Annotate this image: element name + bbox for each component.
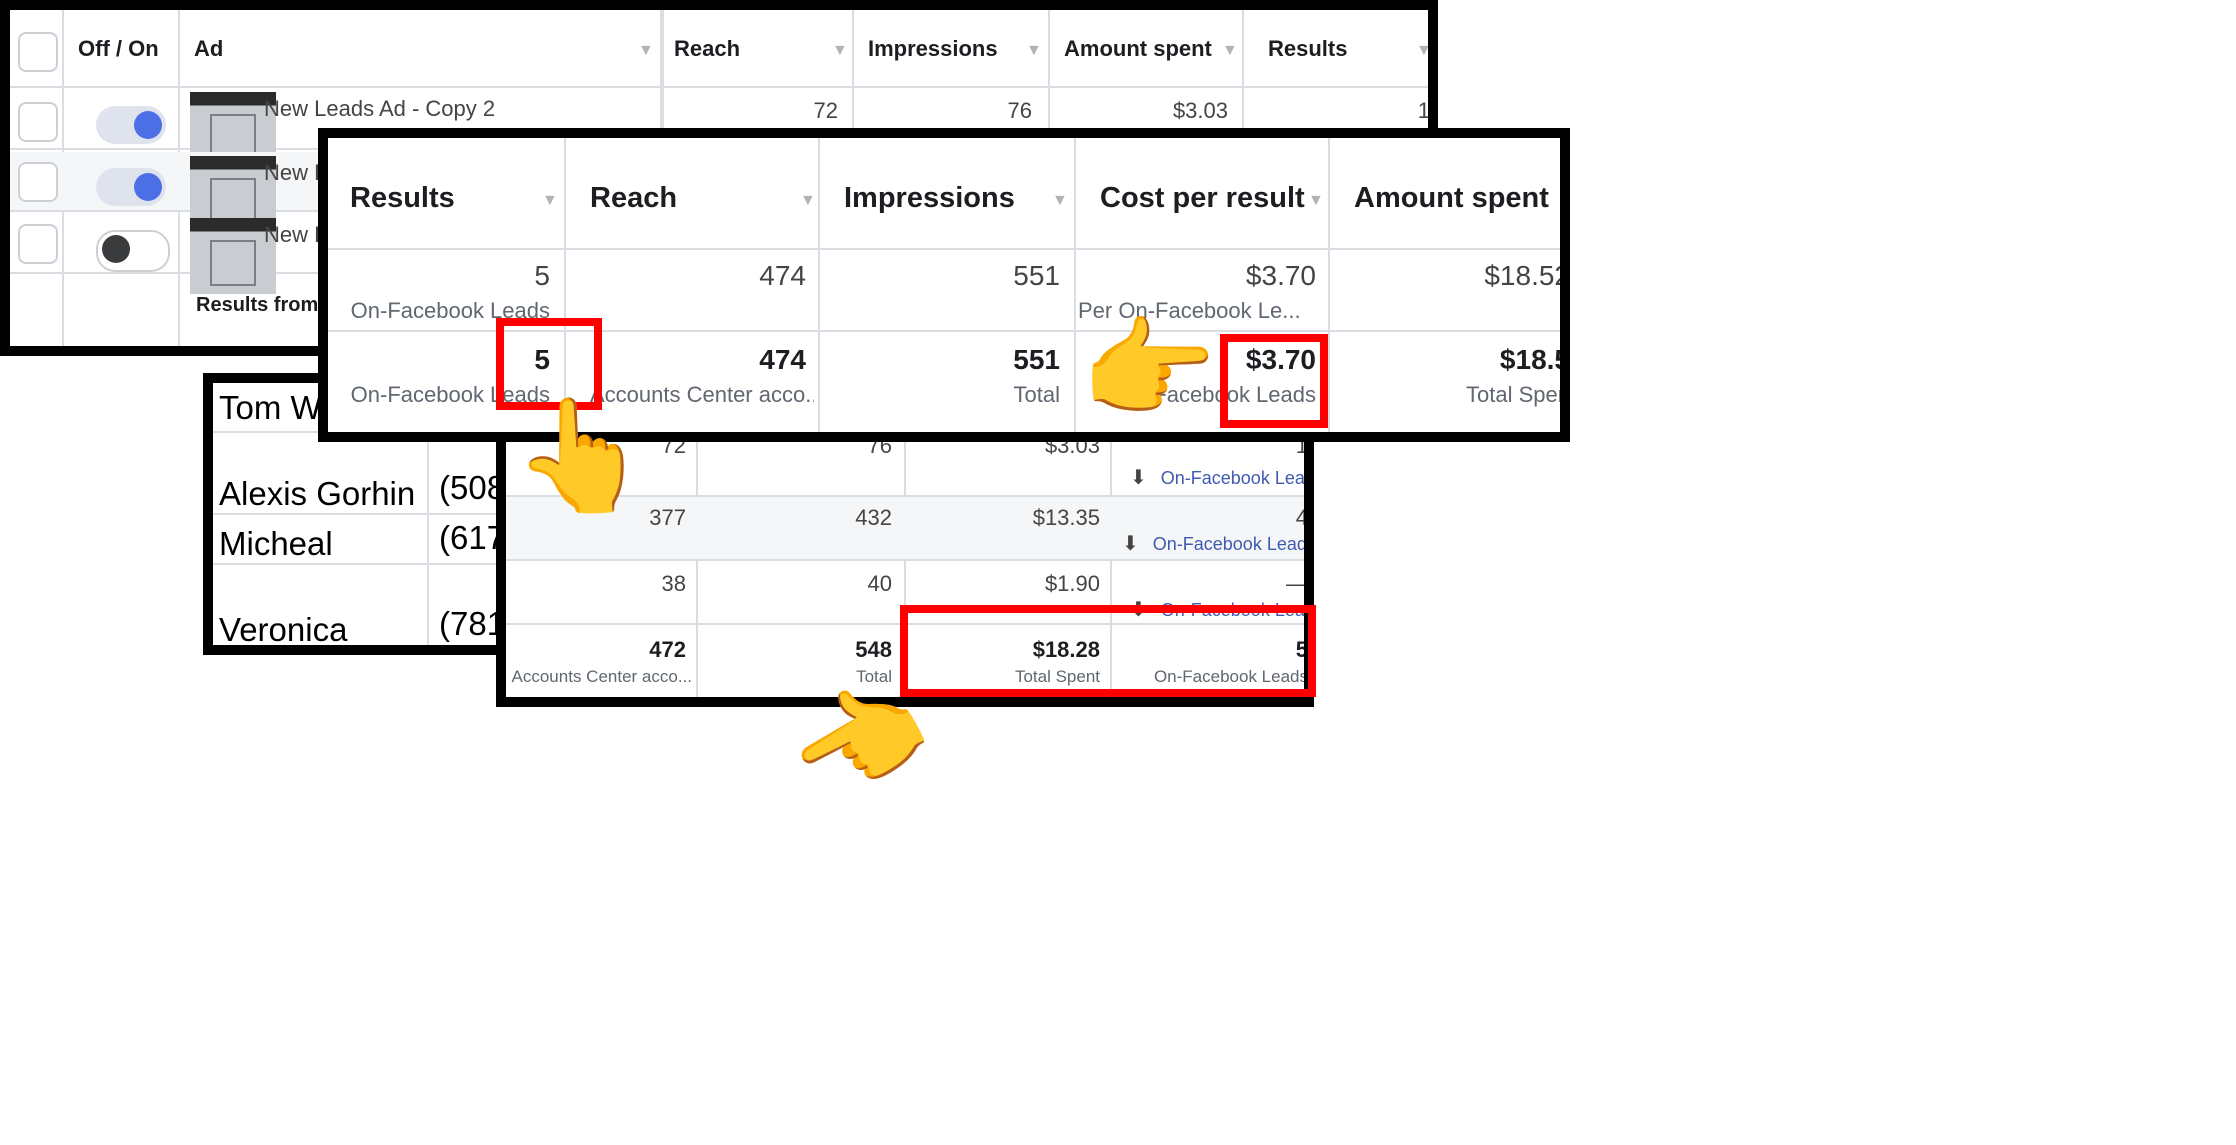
result-type-link[interactable]: ⬇ On-Facebook Leads [1122,531,1304,556]
divider [1074,138,1076,432]
ad-name[interactable]: New Leads Ad - Copy 2 [264,96,495,122]
highlight-cost-per-result [1220,334,1328,428]
toggle-knob [102,235,130,263]
ad-toggle[interactable] [96,230,170,272]
divider [213,563,523,565]
col-header-reach[interactable]: Reach [590,182,677,215]
reach-sort-icon[interactable]: ▼ [800,192,816,210]
divider [696,415,698,697]
reach-value: 474 [759,260,806,291]
pointing-up-hand-icon: 👆 [512,391,649,519]
divider [213,513,523,515]
cost-per-result-sort-icon[interactable]: ▼ [1308,192,1324,210]
contact-name: Micheal [219,525,333,562]
col-header-amount-spent[interactable]: Amount spent [1064,36,1212,62]
amount-spent-value: $3.03 [1172,98,1228,123]
col-header-cost-per-result[interactable]: Cost per result [1100,182,1305,215]
divider [328,248,1560,250]
col-header-toggle[interactable]: Off / On [78,36,159,62]
col-header-ad[interactable]: Ad [194,36,223,62]
impressions-sort-icon[interactable]: ▼ [1052,192,1068,210]
results-footer: Results from 3 [196,294,335,316]
impressions-value: 551 [1013,260,1060,291]
impressions-value: 40 [867,571,892,596]
total-impressions: 551 [1013,344,1060,375]
toggle-knob [134,111,162,139]
impressions-value: 76 [1007,98,1032,123]
ad-sort-icon[interactable]: ▼ [638,42,654,60]
impressions-value: 432 [855,505,892,530]
total-reach: 474 [759,344,806,375]
total-impressions: 548 [855,637,892,662]
reach-value: 38 [661,571,686,596]
col-header-results[interactable]: Results [1268,36,1347,62]
divider [818,138,820,432]
divider [506,559,1304,561]
impressions-sort-icon[interactable]: ▼ [1026,42,1042,60]
divider [1328,138,1330,432]
pointing-right-hand-icon: 👉 [1080,305,1217,433]
download-icon: ⬇ [1130,467,1147,489]
col-header-results[interactable]: Results [350,182,455,215]
total-amount-spent: $18.5 [1499,344,1570,375]
highlight-spent-and-results [900,605,1316,697]
reach-value: 72 [813,98,838,123]
reach-sort-icon[interactable]: ▼ [832,42,848,60]
contact-name: Veronica [219,611,348,648]
cost-per-result-value: $3.70 [1245,260,1316,291]
total-amount-caption: Total Spen [1466,382,1570,407]
result-type-link[interactable]: ⬇On-Facebook Lead [1130,465,1304,490]
total-impressions-caption: Total [1013,382,1060,407]
ad-toggle[interactable] [96,168,166,206]
col-header-reach[interactable]: Reach [674,36,740,62]
ad-toggle[interactable] [96,106,166,144]
results-value: 1 [1417,98,1430,123]
results-value: 4 [1295,505,1308,530]
results-value: 5 [534,260,550,291]
amount-spent-value: $1.90 [1044,571,1100,596]
results-value: — [1286,571,1308,596]
divider [427,431,429,645]
row-checkbox[interactable] [18,224,58,264]
col-header-amount-spent[interactable]: Amount spent [1354,182,1549,215]
contact-name: Alexis Gorhin [219,475,416,512]
amount-spent-sort-icon[interactable]: ▼ [1222,42,1238,60]
col-header-impressions[interactable]: Impressions [844,182,1015,215]
total-reach-caption: Accounts Center acco... [511,667,692,686]
amount-spent-value: $18.52 [1484,260,1570,291]
row-checkbox[interactable] [18,102,58,142]
results-sort-icon[interactable]: ▼ [542,192,558,210]
select-all-checkbox[interactable] [18,32,58,72]
download-icon: ⬇ [1122,533,1139,555]
total-reach: 472 [649,637,686,662]
row-checkbox[interactable] [18,162,58,202]
col-header-impressions[interactable]: Impressions [868,36,998,62]
toggle-knob [134,173,162,201]
results-sort-icon[interactable]: ▼ [1416,42,1428,60]
amount-spent-value: $13.35 [1032,505,1100,530]
